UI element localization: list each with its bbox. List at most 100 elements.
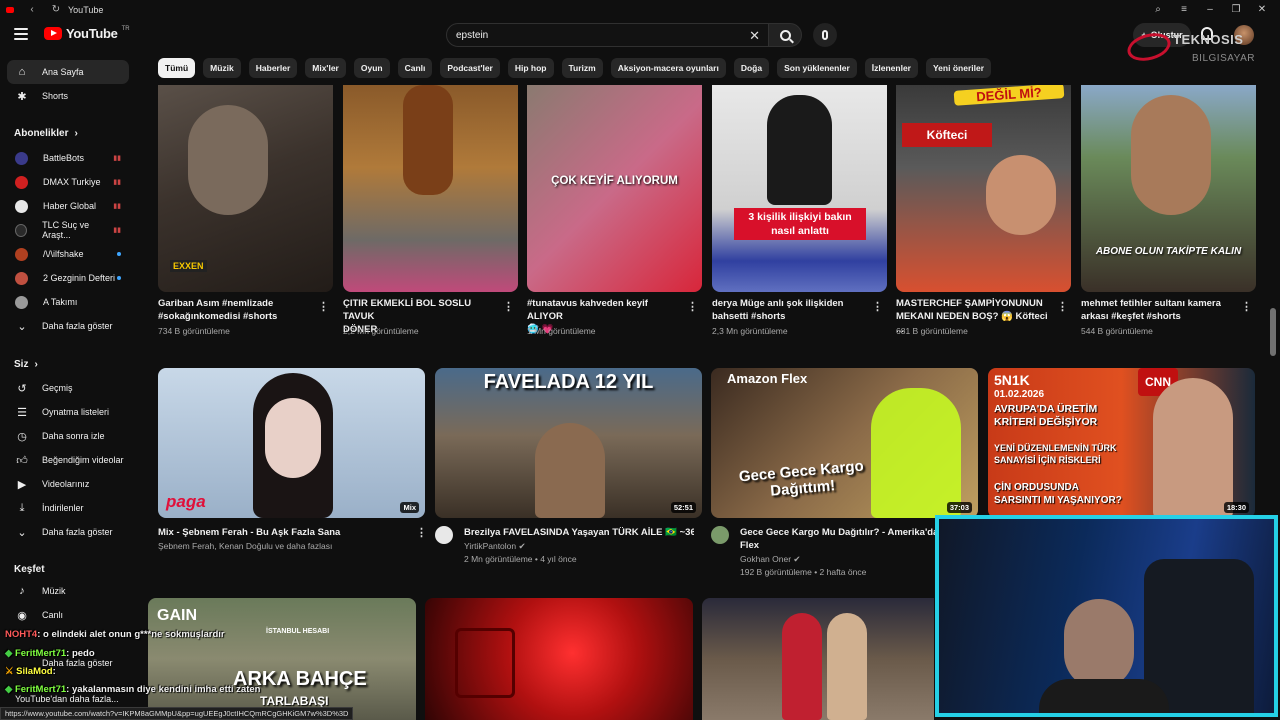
chip[interactable]: Hip hop	[507, 58, 554, 78]
sidebar-item-subscription[interactable]: DMAX Turkiye ▮▮	[7, 170, 129, 194]
more-actions-icon[interactable]: ⋮	[503, 300, 514, 313]
chip-all[interactable]: Tümü	[158, 58, 196, 78]
sidebar-item-label: Beğendiğim videolar	[42, 455, 124, 465]
video-overlay-text: Amazon Flex	[727, 371, 808, 386]
video-thumbnail[interactable]: FAVELADA 12 YIL 52:51	[435, 368, 702, 518]
short-thumbnail[interactable]: 3 kişilik ilişkiyi bakın nasıl anlattı	[712, 85, 887, 292]
channel-name: /\/\ilfshake	[43, 249, 84, 259]
youtube-logo[interactable]: YouTube TR	[44, 26, 130, 41]
chip[interactable]: Doğa	[733, 58, 770, 78]
video-date: 01.02.2026	[994, 389, 1045, 400]
clear-search-icon[interactable]: ✕	[749, 28, 760, 44]
sidebar-item-subscription[interactable]: TLC Suç ve Araşt... ▮▮	[7, 218, 129, 242]
video-channel[interactable]: Gokhan Oner ✔︎	[740, 553, 801, 566]
close-button[interactable]: ✕	[1252, 4, 1272, 15]
video-channel[interactable]: YirtikPantolon ✔︎	[464, 540, 526, 553]
sidebar-item-watch-later[interactable]: ◷ Daha sonra izle	[7, 424, 129, 448]
video-thumbnail[interactable]	[425, 598, 693, 720]
minimize-button[interactable]: –	[1200, 4, 1220, 15]
reload-icon[interactable]: ↻	[50, 4, 62, 16]
video-thumbnail[interactable]: paga Mix	[158, 368, 425, 518]
sidebar-item-show-more[interactable]: ⌄ Daha fazla göster	[7, 314, 129, 338]
chip[interactable]: Oyun	[353, 58, 390, 78]
masthead: YouTube TR epstein ✕ + Oluştur	[0, 19, 1280, 53]
more-actions-icon[interactable]: ⋮	[416, 526, 427, 539]
video-title[interactable]: Brezilya FAVELASINDA Yaşayan TÜRK AİLE 🇧…	[464, 526, 694, 539]
short-title[interactable]: Gariban Asım #nemlizade #sokağınkomedisi …	[158, 297, 308, 323]
short-thumbnail[interactable]	[343, 85, 518, 292]
video-overlay-text: TARLABAŞI	[260, 694, 329, 708]
search-button[interactable]	[768, 23, 802, 47]
chip[interactable]: Aksiyon-macera oyunları	[610, 58, 726, 78]
sidebar-item-shorts[interactable]: ✱ Shorts	[7, 84, 129, 108]
chip[interactable]: Turizm	[561, 58, 603, 78]
sidebar-item-live[interactable]: ◉ Canlı	[7, 603, 129, 627]
sidebar-item-your-videos[interactable]: ▶ Videolarınız	[7, 472, 129, 496]
short-thumbnail[interactable]: ÇOK KEYİF ALIYORUM	[527, 85, 702, 292]
sidebar-item-history[interactable]: ↺ Geçmiş	[7, 376, 129, 400]
video-thumbnail[interactable]: 5N1K 01.02.2026 AVRUPA'DA ÜRETİM KRİTERİ…	[988, 368, 1255, 518]
channel-avatar[interactable]	[435, 526, 453, 544]
sidebar-item-downloads[interactable]: ⤓ İndirilenler	[7, 496, 129, 520]
back-icon[interactable]: ‹	[26, 4, 38, 16]
short-title[interactable]: derya Müge anlı şok ilişkiden bahsetti #s…	[712, 297, 867, 323]
chip[interactable]: İzlenenler	[864, 58, 918, 78]
video-channel[interactable]: Şebnem Ferah, Kenan Doğulu ve daha fazla…	[158, 540, 332, 553]
chip[interactable]: Canlı	[397, 58, 433, 78]
youtube-favicon-icon	[6, 6, 14, 13]
sidebar-item-subscription[interactable]: A Takımı	[7, 290, 129, 314]
short-thumbnail[interactable]: DEĞİL Mİ? Köfteci	[896, 85, 1071, 292]
more-actions-icon[interactable]: ⋮	[1241, 300, 1252, 313]
search-icon	[779, 29, 791, 41]
sidebar-item-subscription[interactable]: BattleBots ▮▮	[7, 146, 129, 170]
chat-message: ◆ FeritMert71: pedo	[5, 648, 95, 659]
sidebar-item-label: Daha sonra izle	[42, 431, 105, 441]
short-views: 681 B görüntüleme	[896, 326, 968, 336]
video-thumbnail[interactable]: Amazon Flex Gece Gece Kargo Dağıttım! 37…	[711, 368, 978, 518]
sidebar-item-show-more[interactable]: ⌄ Daha fazla göster	[7, 520, 129, 544]
chip[interactable]: Haberler	[248, 58, 298, 78]
guide-menu-icon[interactable]	[14, 28, 28, 40]
short-views: 1 Mn görüntüleme	[527, 326, 596, 336]
video-thumbnail[interactable]: GAIN İSTANBUL HESABI ARKA BAHÇE TARLABAŞ…	[148, 598, 416, 720]
chip[interactable]: Müzik	[203, 58, 241, 78]
more-actions-icon[interactable]: ⋮	[872, 300, 883, 313]
more-actions-icon[interactable]: ⋮	[318, 300, 329, 313]
chip[interactable]: Mix'ler	[305, 58, 346, 78]
sidebar-item-subscription[interactable]: Haber Global ▮▮	[7, 194, 129, 218]
sidebar-item-subscription[interactable]: 2 Gezginin Defteri	[7, 266, 129, 290]
chip[interactable]: Podcast'ler	[440, 58, 500, 78]
channel-name: DMAX Turkiye	[43, 177, 101, 187]
restore-button[interactable]: ❐	[1226, 4, 1246, 15]
page-scrollbar-thumb[interactable]	[1270, 308, 1276, 356]
short-thumbnail[interactable]: ABONE OLUN TAKİPTE KALIN	[1081, 85, 1256, 292]
home-icon: ⌂	[18, 66, 26, 78]
voice-search-button[interactable]	[813, 23, 837, 47]
subscriptions-header[interactable]: Abonelikler ›	[14, 128, 78, 139]
video-meta: 2 Mn görüntüleme • 4 yıl önce	[464, 554, 577, 564]
sidebar-item-home[interactable]: ⌂ Ana Sayfa	[7, 60, 129, 84]
video-title[interactable]: Mix - Şebnem Ferah - Bu Aşk Fazla Sana	[158, 526, 408, 539]
short-views: 734 B görüntüleme	[158, 326, 230, 336]
live-indicator-icon: ▮▮	[113, 227, 121, 234]
video-thumbnail[interactable]	[702, 598, 934, 720]
sidebar-item-playlists[interactable]: ☰ Oynatma listeleri	[7, 400, 129, 424]
menu-icon[interactable]: ≡	[1174, 4, 1194, 15]
search-value: epstein	[456, 29, 489, 41]
video-duration: 18:30	[1223, 502, 1249, 513]
video-overlay-text: İSTANBUL HESABI	[266, 628, 330, 635]
sidebar-item-music[interactable]: ♪ Müzik	[7, 579, 129, 603]
chip[interactable]: Son yüklenenler	[777, 58, 857, 78]
chip[interactable]: Yeni öneriler	[925, 58, 992, 78]
sidebar-item-liked-videos[interactable]: 👍︎ Beğendiğim videolar	[7, 448, 129, 472]
you-header[interactable]: Siz ›	[14, 359, 38, 370]
more-actions-icon[interactable]: ⋮	[687, 300, 698, 313]
zoom-icon[interactable]: ⌕	[1148, 4, 1168, 15]
more-actions-icon[interactable]: ⋮	[1057, 300, 1068, 313]
search-input[interactable]: epstein ✕	[446, 23, 769, 47]
channel-avatar[interactable]	[711, 526, 729, 544]
short-title[interactable]: mehmet fetihler sultanı kamera arkası #ke…	[1081, 297, 1236, 323]
short-thumbnail[interactable]: EXXEN	[158, 85, 333, 292]
sidebar-item-subscription[interactable]: /\/\ilfshake	[7, 242, 129, 266]
video-title[interactable]: Gece Gece Kargo Mu Dağıtılır? - Amerika'…	[740, 526, 936, 552]
